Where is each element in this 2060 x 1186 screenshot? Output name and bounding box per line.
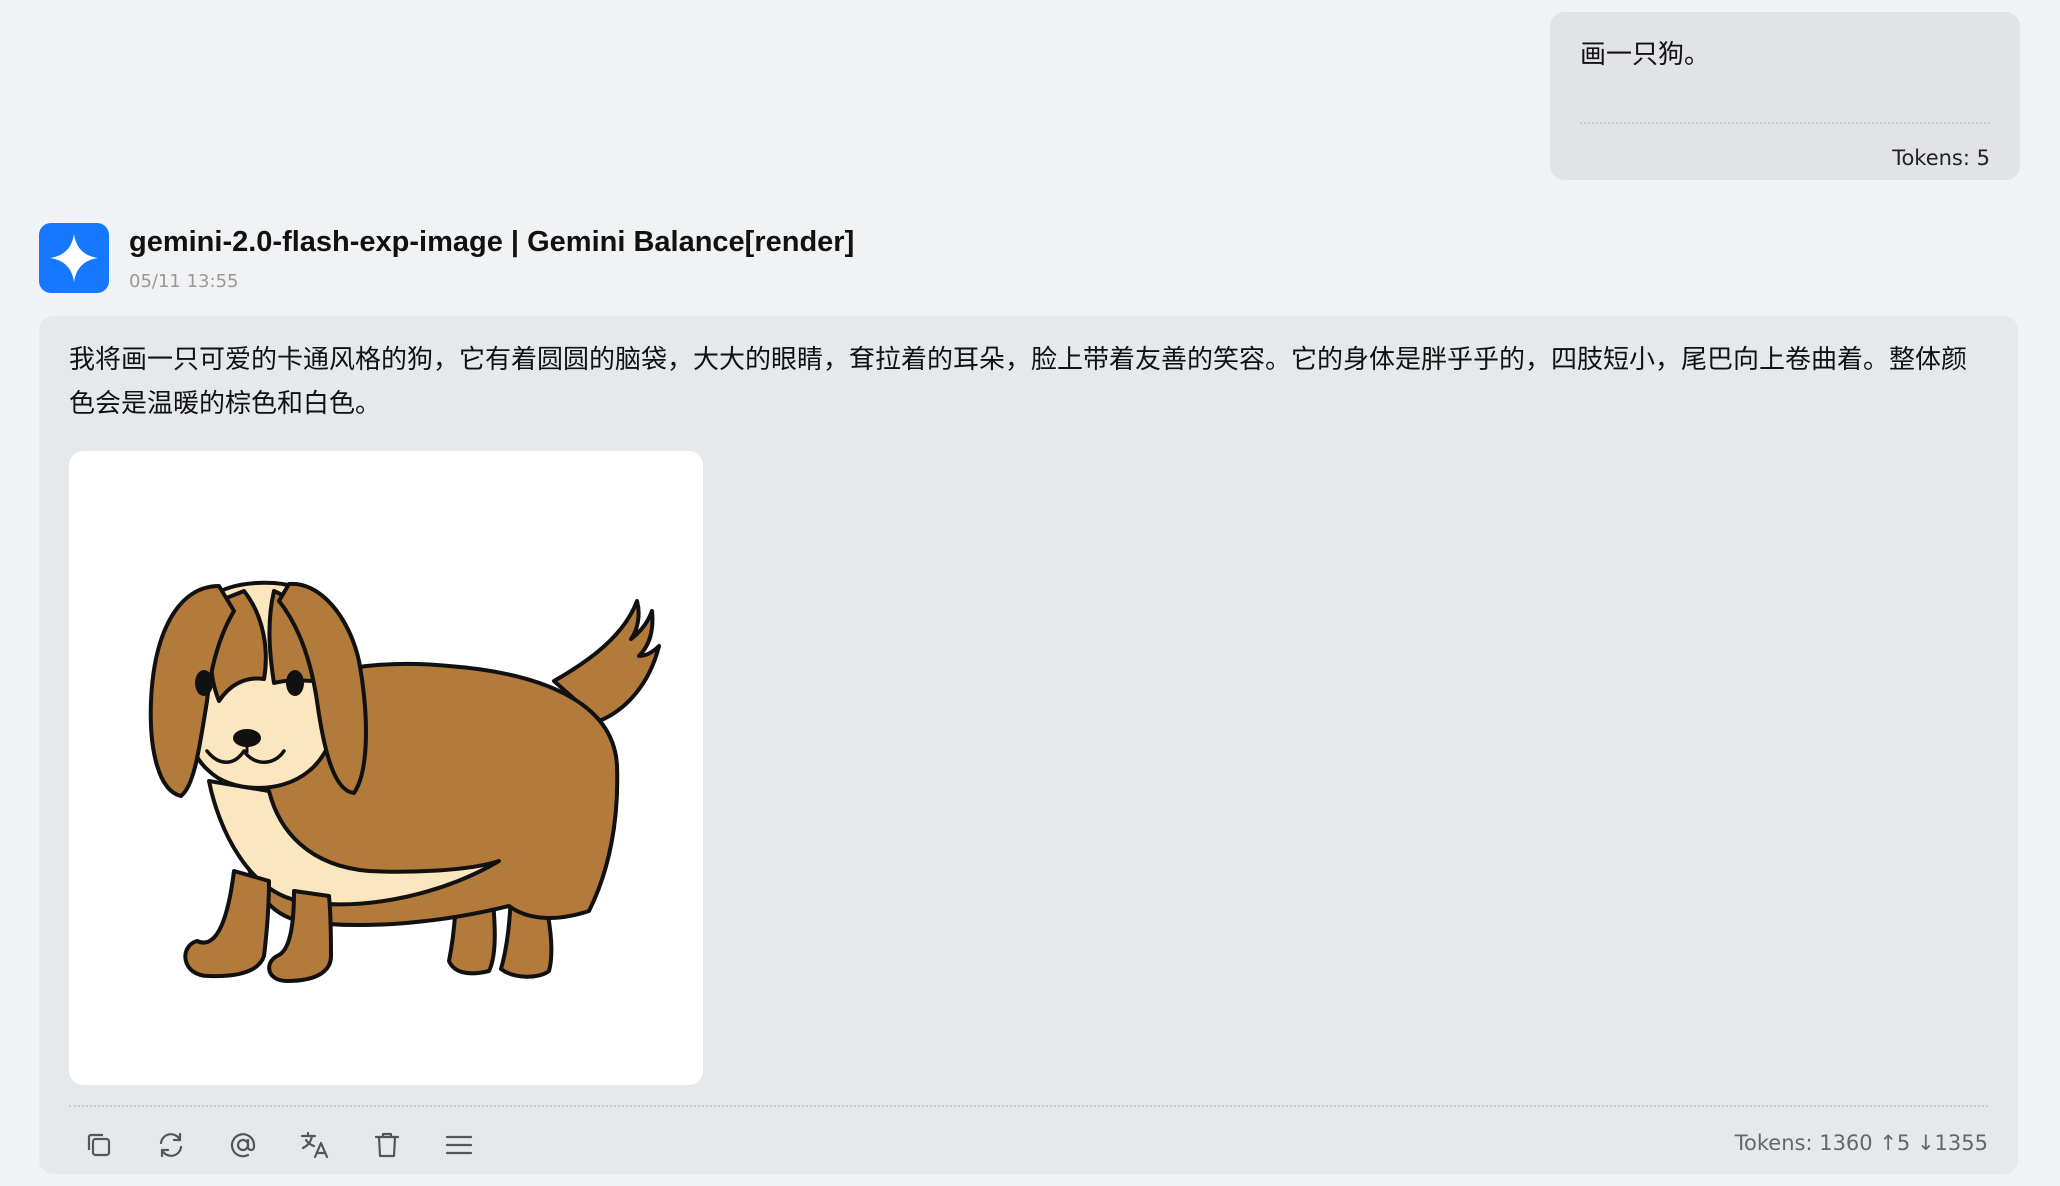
message-toolbar (81, 1120, 477, 1170)
more-menu-button[interactable] (441, 1127, 477, 1163)
model-name: gemini-2.0-flash-exp-image | Gemini Bala… (129, 226, 855, 258)
user-message-bubble: 画一只狗。 Tokens: 5 (1550, 12, 2020, 180)
translate-icon (300, 1131, 329, 1159)
sparkle-icon (50, 234, 98, 282)
regenerate-button[interactable] (153, 1127, 189, 1163)
translate-button[interactable] (297, 1127, 333, 1163)
user-message-tokens: Tokens: 5 (1892, 146, 1990, 170)
message-timestamp: 05/11 13:55 (129, 271, 239, 292)
generated-image[interactable] (69, 451, 703, 1085)
delete-icon (374, 1132, 400, 1158)
assistant-message-bubble: 我将画一只可爱的卡通风格的狗，它有着圆圆的脑袋，大大的眼睛，耷拉着的耳朵，脸上带… (39, 316, 2018, 1174)
delete-button[interactable] (369, 1127, 405, 1163)
assistant-message-text: 我将画一只可爱的卡通风格的狗，它有着圆圆的脑袋，大大的眼睛，耷拉着的耳朵，脸上带… (69, 345, 1968, 419)
mention-icon (230, 1133, 256, 1158)
user-message-divider (1580, 122, 1990, 124)
menu-icon (445, 1135, 473, 1155)
user-message-text: 画一只狗。 (1580, 40, 1711, 70)
cartoon-dog-image (148, 580, 661, 983)
copy-icon (87, 1133, 111, 1157)
copy-button[interactable] (81, 1127, 117, 1163)
assistant-avatar (39, 223, 109, 293)
regenerate-icon (159, 1132, 183, 1158)
assistant-message-divider (69, 1105, 1988, 1107)
mention-button[interactable] (225, 1127, 261, 1163)
assistant-message-tokens: Tokens: 1360 ↑5 ↓1355 (1734, 1131, 1988, 1155)
